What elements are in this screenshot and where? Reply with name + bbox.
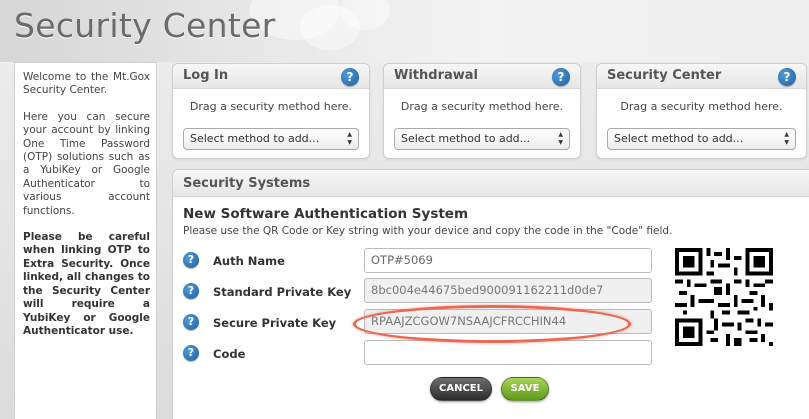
system-description: Please use the QR Code or Key string wit… [183, 225, 673, 237]
sidebar-intro: Welcome to the Mt.Gox Security Center. [23, 71, 150, 97]
secure-private-key-field[interactable]: RPAAJZCGOW7NSAAJCFRCCHIN44 [364, 309, 652, 334]
cancel-button[interactable]: CANCEL [430, 377, 492, 401]
panel-header: Withdrawal ? [384, 64, 580, 89]
method-select[interactable]: Select method to add... ▲ ▼ [607, 128, 796, 150]
login-panel: Log In ? Drag a security method here. Se… [172, 63, 370, 159]
dropdown-arrows-icon: ▲ ▼ [347, 131, 352, 146]
panel-header: Log In ? [173, 64, 369, 89]
sidebar-info: Welcome to the Mt.Gox Security Center. H… [14, 62, 157, 419]
sidebar-warning: Please be careful when linking OTP to Ex… [23, 231, 150, 337]
panel-title: Withdrawal [394, 68, 478, 83]
panel-title: Security Center [607, 68, 722, 83]
security-center-panel: Security Center ? Drag a security method… [596, 63, 807, 159]
dropdown-arrows-icon: ▲ ▼ [784, 131, 789, 146]
dropdown-arrows-icon: ▲ ▼ [558, 131, 563, 146]
help-icon[interactable]: ? [183, 314, 199, 330]
auth-name-input[interactable]: OTP#5069 [364, 248, 652, 273]
select-value: Select method to add... [401, 132, 531, 145]
method-select[interactable]: Select method to add... ▲ ▼ [183, 128, 359, 150]
select-value: Select method to add... [614, 132, 744, 145]
help-icon[interactable]: ? [183, 252, 199, 268]
help-icon[interactable]: ? [341, 68, 359, 86]
field-label: Standard Private Key [213, 285, 352, 299]
drag-drop-zone[interactable]: Drag a security method here. [597, 100, 806, 113]
panel-title: Security Systems [183, 176, 311, 191]
field-label: Code [213, 347, 246, 361]
save-button[interactable]: SAVE [501, 377, 549, 401]
drag-drop-zone[interactable]: Drag a security method here. [173, 100, 369, 113]
page-title: Security Center [14, 6, 276, 45]
help-icon[interactable]: ? [552, 68, 570, 86]
standard-private-key-field[interactable]: 8bc004e44675bed900091162211d0de7 [364, 278, 652, 303]
withdrawal-panel: Withdrawal ? Drag a security method here… [383, 63, 581, 159]
field-label: Auth Name [213, 254, 285, 268]
panel-header: Security Center ? [597, 64, 806, 89]
help-icon[interactable]: ? [183, 283, 199, 299]
drag-drop-zone[interactable]: Drag a security method here. [384, 100, 580, 113]
panel-header: Security Systems [173, 170, 809, 197]
sidebar-description: Here you can secure your account by link… [23, 110, 150, 217]
system-heading: New Software Authentication System [183, 206, 469, 222]
field-label: Secure Private Key [213, 316, 337, 330]
qr-code [675, 248, 773, 346]
help-icon[interactable]: ? [183, 345, 199, 361]
method-select[interactable]: Select method to add... ▲ ▼ [394, 128, 570, 150]
panel-title: Log In [183, 68, 229, 83]
select-value: Select method to add... [190, 132, 320, 145]
help-icon[interactable]: ? [778, 68, 796, 86]
code-input[interactable] [364, 340, 652, 365]
